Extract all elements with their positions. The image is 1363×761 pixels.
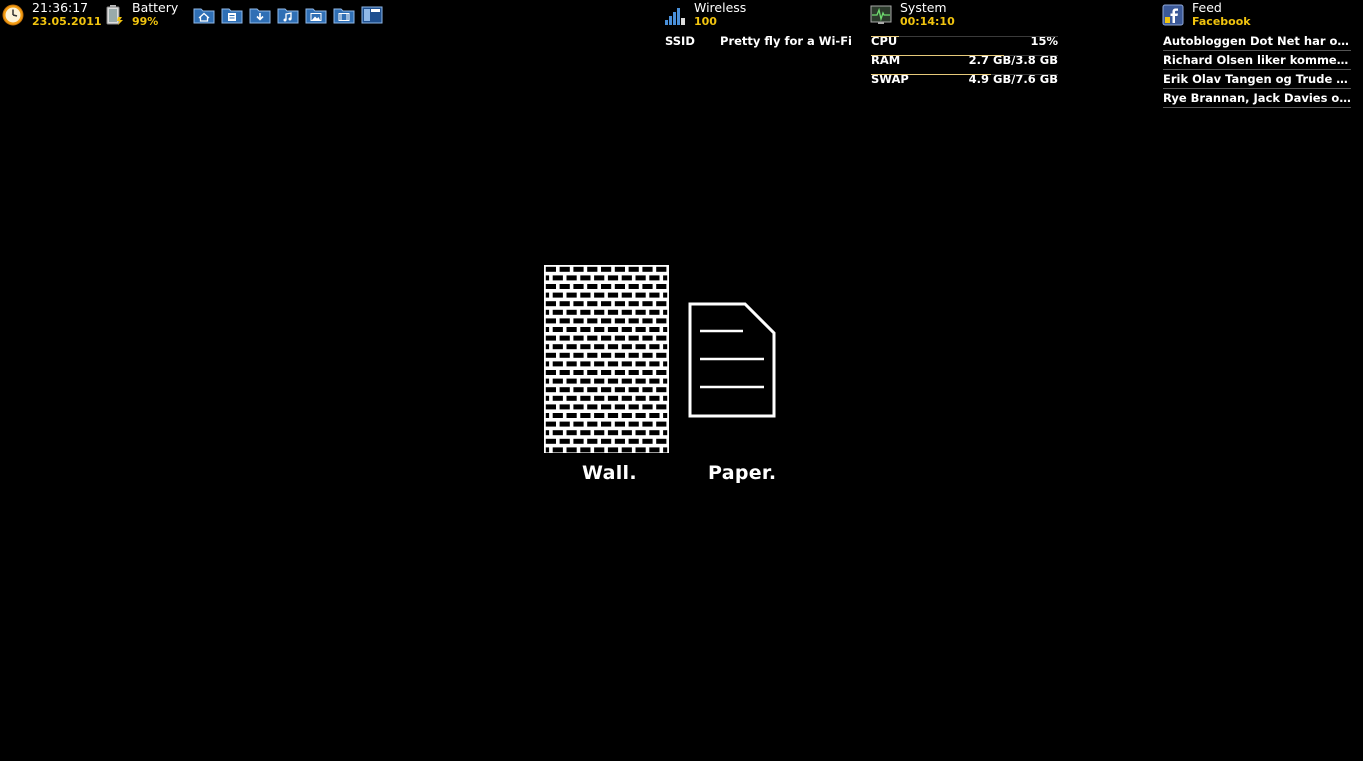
wireless-title: Wireless (694, 0, 747, 15)
cpu-bar-fill (871, 36, 900, 37)
swap-bar (871, 74, 1058, 75)
wall-caption: Wall. (582, 462, 637, 484)
feed-item[interactable]: Autobloggen Dot Net har også kommentert (1163, 34, 1351, 48)
feed-item[interactable]: Richard Olsen liker kommentaren din (1163, 53, 1351, 67)
pictures-folder-icon[interactable] (305, 6, 327, 24)
feed-item[interactable]: Erik Olav Tangen og Trude Hoel Hansen (1163, 72, 1351, 86)
paper-caption: Paper. (708, 462, 777, 484)
feed-separator (1163, 107, 1351, 108)
home-folder-icon[interactable] (193, 6, 215, 24)
feed-title: Feed (1192, 0, 1222, 15)
feed-separator (1163, 50, 1351, 51)
ssid-label: SSID (665, 34, 695, 48)
feed-source: Facebook (1192, 15, 1251, 28)
facebook-feed-icon (1162, 4, 1184, 26)
system-title: System (900, 0, 947, 15)
battery-title: Battery (132, 0, 179, 15)
battery-value: 99% (132, 15, 159, 28)
system-monitor-icon (870, 5, 892, 24)
brick-wall-icon (544, 265, 669, 453)
downloads-folder-icon[interactable] (249, 6, 271, 24)
clock-icon (2, 4, 24, 26)
ram-bar (871, 55, 1058, 56)
paper-document-icon (688, 302, 776, 418)
wireless-strength: 100 (694, 15, 717, 28)
feed-item[interactable]: Rye Brannan, Jack Davies og Lorraine (1163, 91, 1351, 105)
wireless-signal-icon (665, 8, 685, 25)
ram-bar-fill (871, 55, 1004, 56)
desktop-folder-icon[interactable] (361, 6, 383, 24)
documents-folder-icon[interactable] (221, 6, 243, 24)
clock-date: 23.05.2011 (32, 15, 102, 28)
feed-separator (1163, 88, 1351, 89)
swap-bar-fill (871, 74, 991, 75)
system-uptime: 00:14:10 (900, 15, 955, 28)
battery-icon (106, 5, 123, 25)
ssid-value: Pretty fly for a Wi-Fi (720, 34, 852, 48)
clock-time: 21:36:17 (32, 0, 89, 15)
cpu-bar (871, 36, 1058, 37)
videos-folder-icon[interactable] (333, 6, 355, 24)
feed-separator (1163, 69, 1351, 70)
music-folder-icon[interactable] (277, 6, 299, 24)
